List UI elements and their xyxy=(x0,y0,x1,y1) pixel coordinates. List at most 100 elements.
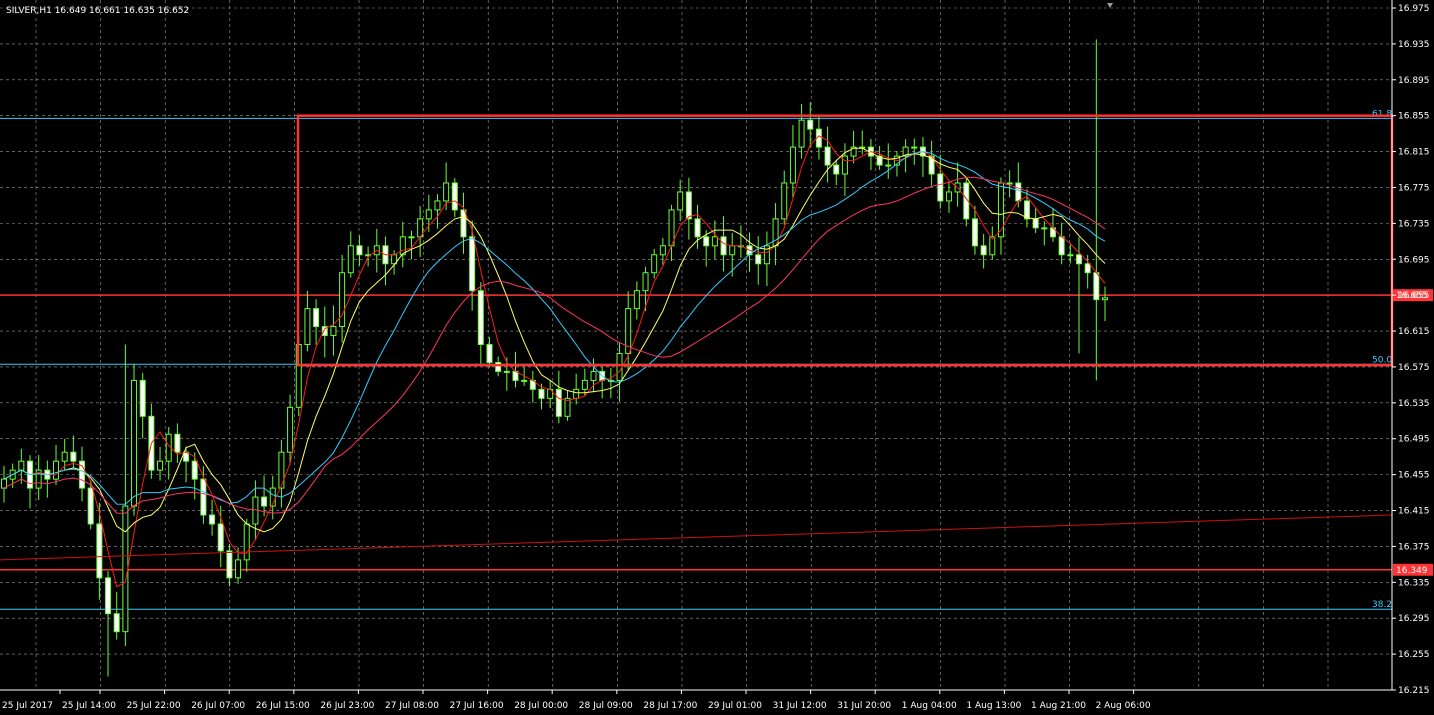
candle-body xyxy=(139,379,146,417)
fib-level-label: 61.8 xyxy=(1372,109,1392,119)
candle-body xyxy=(720,236,727,256)
candle-body xyxy=(1084,263,1091,274)
x-tick-label: 26 Jul 07:00 xyxy=(191,701,245,711)
y-tick-label: 16.615 xyxy=(1398,327,1430,337)
candle-body xyxy=(1058,236,1065,256)
candle-body xyxy=(971,218,978,247)
candle-body xyxy=(330,326,337,337)
candle-body xyxy=(937,173,944,202)
candle-body xyxy=(105,577,112,615)
candle-body xyxy=(261,496,268,507)
x-tick-label: 26 Jul 23:00 xyxy=(320,701,374,711)
candle-body xyxy=(1102,297,1108,301)
candle-body xyxy=(235,559,242,579)
candle-body xyxy=(980,245,987,256)
candle-body xyxy=(53,460,60,480)
candle-body xyxy=(313,308,320,328)
y-tick-label: 16.335 xyxy=(1398,578,1430,588)
x-tick-label: 26 Jul 15:00 xyxy=(256,701,310,711)
candle-body xyxy=(729,245,736,256)
candle-body xyxy=(685,191,692,220)
candle-body xyxy=(287,406,294,453)
candle-body xyxy=(278,451,285,489)
candle-body xyxy=(70,451,77,462)
candle-body xyxy=(642,272,649,292)
candle-body xyxy=(1032,218,1039,229)
candle-body xyxy=(460,209,467,238)
y-tick-label: 16.815 xyxy=(1398,148,1430,158)
y-tick-label: 16.655 xyxy=(1398,291,1430,301)
candle-body xyxy=(789,146,796,184)
candle-body xyxy=(521,379,528,382)
candle-body xyxy=(304,308,311,346)
candle-body xyxy=(616,352,623,381)
x-tick-label: 25 Jul 14:00 xyxy=(62,701,116,711)
y-tick-label: 16.495 xyxy=(1398,435,1430,445)
fib-level-label: 38.2 xyxy=(1372,600,1392,610)
candle-body xyxy=(434,200,441,211)
candle-body xyxy=(200,478,207,516)
x-tick-label: 25 Jul 22:00 xyxy=(127,701,181,711)
candle-body xyxy=(833,164,840,175)
candle-body xyxy=(1023,200,1030,220)
y-tick-label: 16.415 xyxy=(1398,507,1430,517)
y-tick-label: 16.935 xyxy=(1398,40,1430,50)
candle-body xyxy=(633,290,640,310)
price-chart[interactable]: 61.8 50.0 38.2 16.655 16.349 16.975 16.935 16… xyxy=(0,0,1434,715)
price-level-label: 16.349 xyxy=(1396,566,1428,576)
y-tick-label: 16.375 xyxy=(1398,542,1430,552)
candle-body xyxy=(209,514,216,525)
x-tick-label: 29 Jul 01:00 xyxy=(708,701,762,711)
candle-body xyxy=(486,344,493,363)
candle-body xyxy=(408,236,415,239)
candle-body xyxy=(590,370,597,381)
x-tick-label: 28 Jul 09:00 xyxy=(579,701,633,711)
candle-body xyxy=(425,209,432,220)
x-tick-label: 27 Jul 08:00 xyxy=(385,701,439,711)
x-tick-label: 2 Aug 06:00 xyxy=(1096,701,1151,711)
candle-body xyxy=(824,146,831,166)
candle-body xyxy=(651,254,658,274)
candle-body xyxy=(96,523,103,579)
candle-body xyxy=(131,379,138,507)
candle-body xyxy=(503,370,510,373)
candle-body xyxy=(1075,254,1082,265)
candle-body xyxy=(61,451,68,462)
y-tick-label: 16.895 xyxy=(1398,76,1430,86)
x-tick-label: 28 Jul 17:00 xyxy=(643,701,697,711)
x-tick-label: 1 Aug 21:00 xyxy=(1031,701,1086,711)
y-tick-label: 16.775 xyxy=(1398,183,1430,193)
x-tick-label: 28 Jul 00:00 xyxy=(514,701,568,711)
candle-body xyxy=(798,119,805,148)
y-tick-label: 16.255 xyxy=(1398,650,1430,660)
x-tick-label: 1 Aug 04:00 xyxy=(902,701,957,711)
candle-body xyxy=(659,245,666,256)
candle-body xyxy=(191,460,198,480)
x-tick-label: 1 Aug 13:00 xyxy=(966,701,1021,711)
y-tick-label: 16.295 xyxy=(1398,614,1430,624)
candle-body xyxy=(469,236,476,292)
candle-body xyxy=(781,182,788,220)
candle-body xyxy=(87,487,94,525)
candle-body xyxy=(945,191,952,202)
candle-body xyxy=(1041,227,1048,230)
candle-body xyxy=(347,245,354,274)
candle-body xyxy=(911,146,918,149)
candle-body xyxy=(997,182,1004,238)
candle-body xyxy=(807,119,814,130)
candle-body xyxy=(1015,182,1022,202)
y-tick-label: 16.215 xyxy=(1398,686,1430,696)
candle-body xyxy=(694,218,701,238)
candle-body xyxy=(356,245,363,256)
x-tick-label: 31 Jul 12:00 xyxy=(773,701,827,711)
candle-body xyxy=(755,254,762,265)
candle-body xyxy=(581,379,588,390)
candle-body xyxy=(477,290,484,346)
candle-body xyxy=(339,272,346,328)
candle-body xyxy=(677,191,684,211)
candle-body xyxy=(217,523,224,552)
y-tick-label: 16.735 xyxy=(1398,219,1430,229)
candle-body xyxy=(1006,182,1013,185)
candle-body xyxy=(555,388,562,417)
candle-body xyxy=(703,236,710,247)
